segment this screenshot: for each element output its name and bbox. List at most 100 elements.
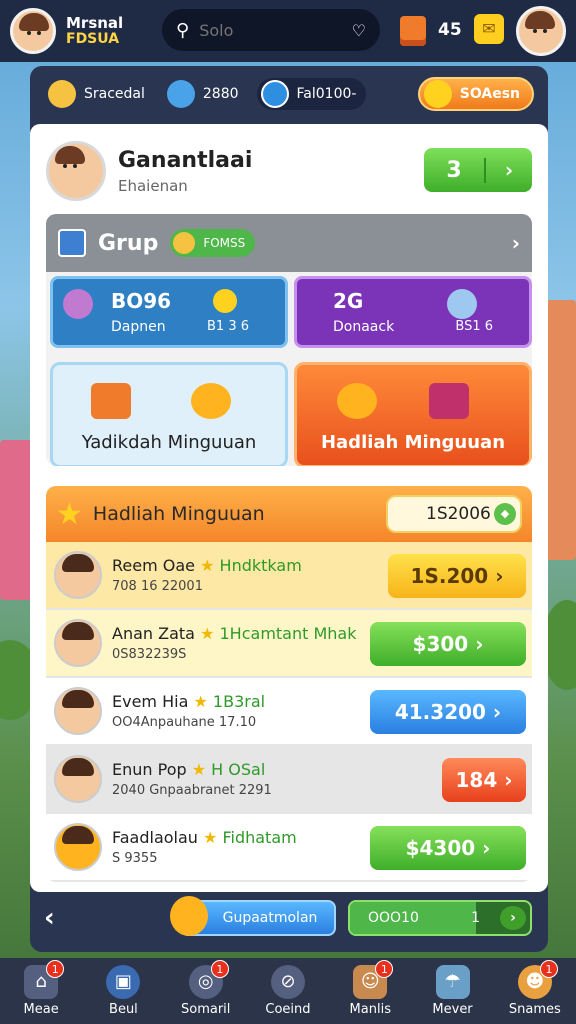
row-text: Evem Hia ★ 1B3ral OO4Anpauhane 17.10	[112, 692, 265, 730]
gift-icon	[429, 383, 469, 419]
nav-item-home[interactable]: ⌂ Meae 1	[0, 958, 82, 1024]
row-avatar	[54, 755, 102, 803]
row-claim-button[interactable]: 184 ›	[442, 758, 526, 802]
player-name: Mrsnal	[66, 14, 124, 33]
group-title: Grup	[98, 230, 159, 256]
bowl-icon	[447, 289, 477, 319]
list-title: Hadliah Minguuan	[92, 503, 265, 525]
nav-label: Somaril	[181, 1002, 231, 1017]
row-claim-value: 41.3200	[394, 700, 486, 724]
row-claim-button[interactable]: $300 ›	[370, 622, 526, 666]
resource-tokens: Fal0100-	[256, 78, 367, 110]
list-row: Enun Pop ★ H OSal 2040 Gnpaabranet 2291 …	[46, 746, 532, 814]
plus-icon: ◆	[494, 503, 516, 525]
row-sub: S 9355	[112, 851, 158, 866]
gather-button-label: Gupaatmolan	[222, 910, 318, 926]
list-row: Reem Oae ★ Hndktkam 708 16 22001 1S.200 …	[46, 542, 532, 610]
drop-icon	[166, 80, 195, 108]
background-house-right	[546, 300, 576, 560]
star-icon: ★	[200, 556, 215, 575]
row-name: Evem Hia	[112, 692, 189, 711]
row-sub: 2040 Gnpaabranet 2291	[112, 783, 272, 798]
nav-label: Meae	[23, 1002, 59, 1017]
shop-button[interactable]: SOAesn	[417, 77, 534, 111]
row-claim-value: 184	[455, 768, 498, 792]
weekly-list: ★ Hadliah Minguuan 1S2006 ◆ Reem Oae ★ H…	[46, 486, 532, 882]
row-claim-button[interactable]: 41.3200 ›	[370, 690, 526, 734]
nav-label: Coeind	[265, 1002, 311, 1017]
resource-bar: Sracedal 2880 Fal0100- SOAesn	[30, 66, 548, 122]
nav-item-games[interactable]: ☻ Snames 1	[494, 958, 576, 1024]
player-name-block: Mrsnal FDSUA	[66, 15, 123, 47]
row-avatar	[54, 551, 102, 599]
chevron-right-icon: ›	[511, 231, 520, 255]
stat-blue-value: BO96	[111, 289, 172, 313]
nav-item-compass[interactable]: ⊘ Coeind	[247, 958, 329, 1024]
reward-card-light[interactable]: Yadikdah Minguuan	[50, 362, 288, 466]
chevron-right-icon: ›	[495, 564, 504, 588]
nav-item-profile[interactable]: ☺ Manlis 1	[329, 958, 411, 1024]
star-icon: ★	[56, 496, 83, 532]
row-name: Reem Oae	[112, 556, 195, 575]
list-row: Faadlaolau ★ Fidhatam S 9355 $4300 ›	[46, 814, 532, 882]
smile-coin-icon	[423, 80, 452, 108]
bottom-action-bar: ‹ Gupaatmolan OOO10 1 ›	[30, 888, 548, 948]
nav-item-target[interactable]: ◎ Somaril 1	[165, 958, 247, 1024]
nav-item-shop[interactable]: ☂ Mever	[411, 958, 493, 1024]
resource-gold-label: Sracedal	[84, 86, 145, 102]
resource-tokens-value: Fal0100-	[296, 86, 357, 102]
star-icon: ★	[191, 760, 207, 779]
progress-left-label: OOO10	[368, 910, 419, 926]
row-tag: Fidhatam	[222, 828, 297, 847]
stat-card-purple[interactable]: 2G Donaack BS1 6	[294, 276, 532, 348]
row-claim-value: $4300	[405, 836, 476, 860]
row-claim-button[interactable]: $4300 ›	[370, 826, 526, 870]
chevron-right-icon: ›	[482, 836, 491, 860]
chevron-right-icon: ›	[504, 158, 514, 182]
row-claim-value: $300	[412, 632, 469, 656]
notification-badge: 1	[210, 960, 229, 978]
resource-drops-value: 2880	[202, 86, 239, 102]
level-value: 3	[424, 157, 486, 183]
progress-bar[interactable]: OOO10 1 ›	[348, 900, 532, 936]
stat-purple-extra: BS1 6	[455, 319, 493, 334]
group-header[interactable]: Grup FOMSS ›	[46, 214, 532, 272]
stat-card-blue[interactable]: BO96 Dapnen B1 3 6	[50, 276, 288, 348]
nav-label: Beul	[109, 1002, 138, 1017]
nav-label: Manlis	[349, 1002, 391, 1017]
reward-card-orange[interactable]: Hadliah Minguuan	[294, 362, 532, 466]
list-row: Evem Hia ★ 1B3ral OO4Anpauhane 17.10 41.…	[46, 678, 532, 746]
row-avatar	[54, 823, 102, 871]
row-claim-button[interactable]: 1S.200 ›	[388, 554, 526, 598]
row-avatar	[54, 619, 102, 667]
nav-label: Snames	[508, 1002, 561, 1017]
search-bar[interactable]: ⚲ ♡	[162, 9, 380, 51]
chevron-right-icon: ›	[504, 768, 513, 792]
search-input[interactable]	[199, 20, 330, 40]
friend-avatar[interactable]	[516, 6, 566, 56]
token-icon	[260, 80, 289, 108]
level-button[interactable]: 3 ›	[424, 148, 532, 192]
profile-avatar[interactable]	[46, 141, 106, 201]
row-name: Faadlaolau	[112, 828, 198, 847]
row-avatar	[54, 687, 102, 735]
player-title: FDSUA	[66, 30, 120, 47]
nav-label: Mever	[432, 1002, 473, 1017]
player-avatar[interactable]	[10, 8, 56, 54]
mail-icon[interactable]: ✉	[474, 14, 504, 44]
background-house-left	[0, 440, 34, 600]
shop-icon: ☂	[435, 965, 470, 999]
house-icon	[58, 229, 86, 257]
row-claim-value: 1S.200	[410, 564, 489, 588]
nav-item-book[interactable]: ▣ Beul	[82, 958, 164, 1024]
main-panel: Sracedal 2880 Fal0100- SOAesn Ganantlaai…	[30, 66, 548, 952]
list-total-pill[interactable]: 1S2006 ◆	[386, 495, 522, 533]
star-icon: ★	[193, 692, 208, 711]
heart-icon[interactable]: ♡	[352, 21, 366, 40]
row-text: Faadlaolau ★ Fidhatam S 9355	[112, 828, 297, 866]
profile-header: Ganantlaai Ehaienan 3 ›	[46, 138, 532, 204]
row-text: Reem Oae ★ Hndktkam 708 16 22001	[112, 556, 302, 594]
row-tag: Hndktkam	[219, 556, 302, 575]
back-arrow-icon[interactable]: ‹	[44, 903, 55, 933]
profile-subtitle: Ehaienan	[118, 176, 188, 195]
